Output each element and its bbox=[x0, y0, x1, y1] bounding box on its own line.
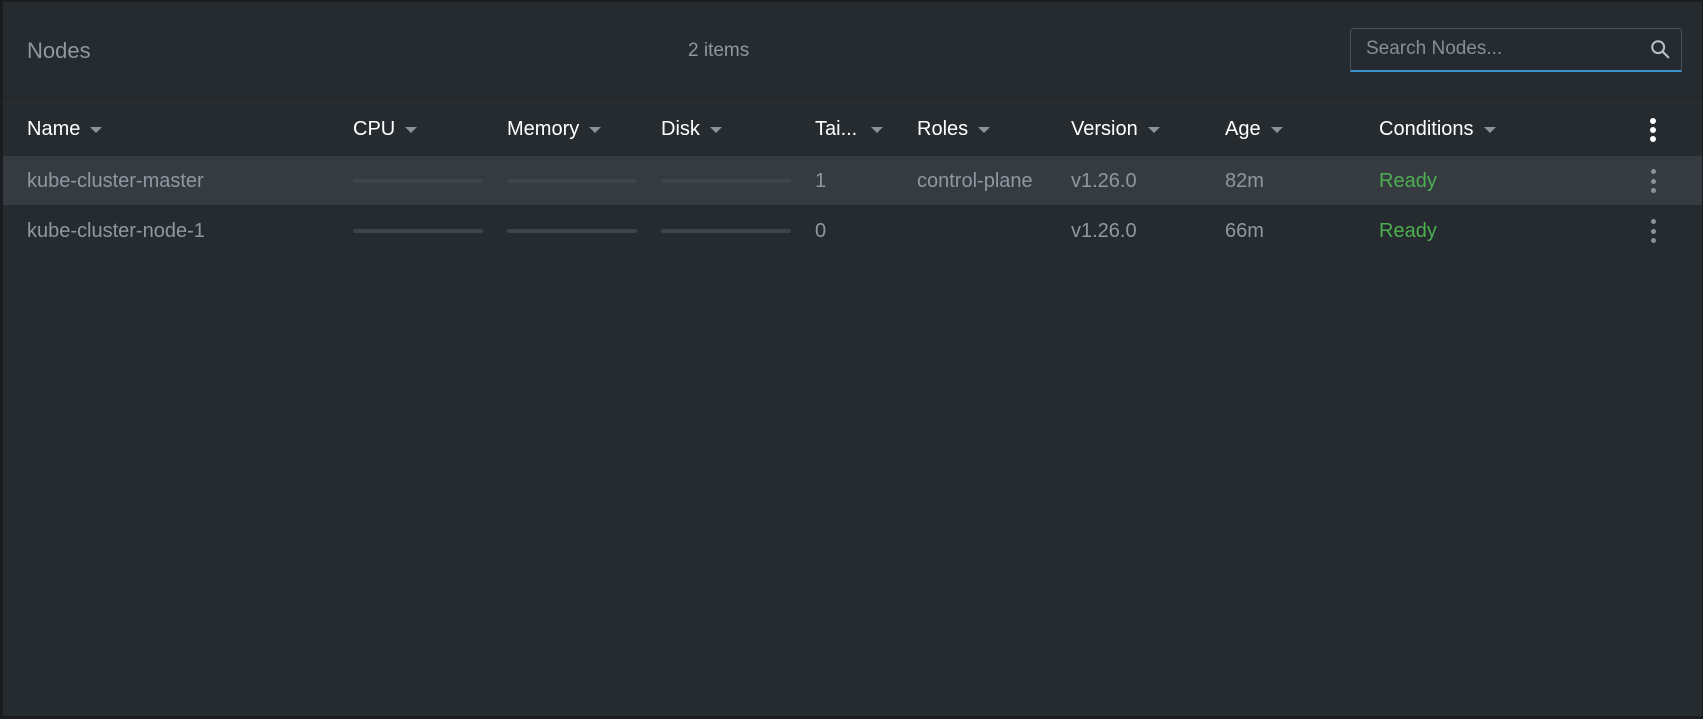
column-label: Disk bbox=[661, 118, 700, 140]
column-header-cpu[interactable]: CPU bbox=[353, 117, 418, 141]
column-label: Memory bbox=[507, 118, 580, 140]
more-vertical-icon[interactable] bbox=[1649, 219, 1657, 243]
item-count: 2 items bbox=[688, 40, 750, 61]
caret-down-icon bbox=[405, 127, 418, 133]
column-header-roles[interactable]: Roles bbox=[917, 117, 991, 141]
node-conditions: Ready bbox=[1379, 170, 1437, 192]
more-vertical-icon[interactable] bbox=[1649, 118, 1657, 142]
column-header-age[interactable]: Age bbox=[1225, 117, 1283, 141]
caret-down-icon bbox=[709, 127, 722, 133]
caret-down-icon bbox=[589, 127, 602, 133]
disk-usage-bar bbox=[661, 179, 791, 183]
caret-down-icon bbox=[90, 127, 103, 133]
search-box[interactable] bbox=[1350, 28, 1682, 72]
caret-down-icon bbox=[978, 127, 991, 133]
memory-usage-bar bbox=[507, 229, 637, 233]
node-taints: 0 bbox=[815, 220, 827, 242]
column-header-taints[interactable]: Tai... bbox=[815, 117, 884, 141]
node-name: kube-cluster-master bbox=[27, 170, 204, 192]
caret-down-icon bbox=[871, 127, 884, 133]
disk-usage-bar bbox=[661, 229, 791, 233]
node-name: kube-cluster-node-1 bbox=[27, 220, 205, 242]
node-roles: control-plane bbox=[917, 170, 1033, 192]
node-conditions: Ready bbox=[1379, 220, 1437, 242]
nodes-panel: Nodes 2 items Name CPU Memory Disk Tai..… bbox=[0, 0, 1703, 719]
column-header-version[interactable]: Version bbox=[1071, 117, 1160, 141]
node-age: 66m bbox=[1225, 220, 1264, 242]
column-label: Conditions bbox=[1379, 118, 1474, 140]
list-header: Nodes 2 items bbox=[3, 2, 1702, 98]
page-title: Nodes bbox=[27, 38, 91, 63]
column-header-conditions[interactable]: Conditions bbox=[1379, 117, 1496, 141]
column-label: CPU bbox=[353, 118, 396, 140]
search-input[interactable] bbox=[1351, 29, 1646, 69]
table-row[interactable]: kube-cluster-master 1 control-plane v1.2… bbox=[3, 156, 1702, 205]
column-label: Tai... bbox=[815, 118, 858, 140]
column-header-memory[interactable]: Memory bbox=[507, 117, 602, 141]
column-label: Age bbox=[1225, 118, 1261, 140]
node-version: v1.26.0 bbox=[1071, 170, 1137, 192]
column-label: Version bbox=[1071, 118, 1138, 140]
column-label: Name bbox=[27, 118, 81, 140]
node-age: 82m bbox=[1225, 170, 1264, 192]
table-header: Name CPU Memory Disk Tai... Roles Versio… bbox=[3, 106, 1702, 154]
caret-down-icon bbox=[1270, 127, 1283, 133]
column-header-disk[interactable]: Disk bbox=[661, 117, 722, 141]
caret-down-icon bbox=[1147, 127, 1160, 133]
node-version: v1.26.0 bbox=[1071, 220, 1137, 242]
cpu-usage-bar bbox=[353, 229, 483, 233]
memory-usage-bar bbox=[507, 179, 637, 183]
search-icon[interactable] bbox=[1649, 38, 1671, 60]
more-vertical-icon[interactable] bbox=[1649, 169, 1657, 193]
column-label: Roles bbox=[917, 118, 969, 140]
column-header-name[interactable]: Name bbox=[27, 117, 103, 141]
caret-down-icon bbox=[1483, 127, 1496, 133]
node-taints: 1 bbox=[815, 170, 827, 192]
cpu-usage-bar bbox=[353, 179, 483, 183]
table-row[interactable]: kube-cluster-node-1 0 v1.26.0 66m Ready bbox=[3, 206, 1702, 255]
